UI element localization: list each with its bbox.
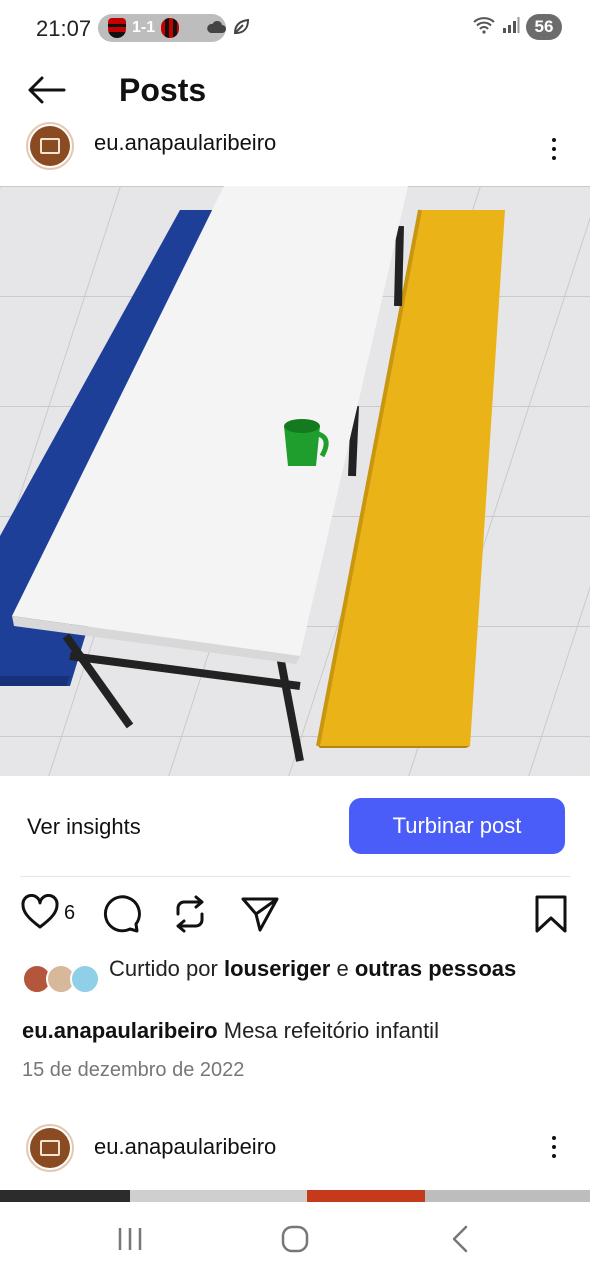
send-icon[interactable]: [240, 894, 280, 939]
more-vertical-icon: [552, 1136, 556, 1140]
next-post-header: eu.anapaularibeiro: [0, 1120, 590, 1176]
avatar[interactable]: [26, 1124, 74, 1172]
liked-by-others[interactable]: outras pessoas: [355, 956, 516, 981]
status-bar: 21:07 1-1 56: [0, 0, 590, 56]
caption-text: Mesa refeitório infantil: [223, 1018, 439, 1043]
more-options-button[interactable]: [544, 138, 564, 160]
post-photo[interactable]: [0, 186, 590, 776]
post-username[interactable]: eu.anapaularibeiro: [94, 130, 276, 156]
status-time: 21:07: [36, 16, 92, 41]
system-nav-bar: [0, 1202, 590, 1280]
logo-icon: [40, 138, 60, 154]
live-score: 1-1: [132, 19, 156, 36]
avatar[interactable]: [26, 122, 74, 170]
recents-button[interactable]: [110, 1224, 150, 1258]
back-button[interactable]: [22, 72, 70, 112]
back-chevron-icon: [450, 1224, 470, 1259]
post-header: eu.anapaularibeiro: [0, 120, 590, 176]
team-crest-icon: [108, 18, 126, 38]
photo-illustration: [0, 186, 590, 776]
caption-username[interactable]: eu.anapaularibeiro: [22, 1018, 218, 1043]
more-vertical-icon: [552, 138, 556, 142]
post-actions: 6: [0, 888, 590, 938]
arrow-left-icon: [26, 76, 66, 109]
recents-icon: [116, 1226, 144, 1257]
liked-by-prefix: Curtido por: [109, 956, 218, 981]
status-right: 56: [472, 14, 562, 40]
divider: [20, 876, 570, 877]
nav-back-button[interactable]: [440, 1224, 480, 1258]
insights-row: Ver insights Turbinar post: [0, 796, 590, 856]
post-date: 15 de dezembro de 2022: [22, 1059, 245, 1081]
app-header: Posts: [0, 60, 590, 124]
post-caption: eu.anapaularibeiro Mesa refeitório infan…: [22, 1018, 439, 1044]
bookmark-icon[interactable]: [534, 894, 568, 939]
repost-icon[interactable]: [170, 894, 210, 939]
liked-by-connector: e: [336, 956, 349, 981]
view-insights-link[interactable]: Ver insights: [27, 814, 141, 840]
liked-by-row[interactable]: Curtido por louseriger e outras pessoas: [0, 950, 590, 1012]
liked-by-text: Curtido por louseriger e outras pessoas: [109, 954, 549, 983]
battery-indicator: 56: [526, 14, 562, 40]
signal-icon: [502, 16, 520, 39]
home-icon: [280, 1224, 310, 1259]
home-button[interactable]: [275, 1224, 315, 1258]
wifi-icon: [472, 16, 496, 39]
leaf-icon: [232, 18, 250, 41]
avatar: [70, 964, 100, 994]
more-options-button[interactable]: [544, 1136, 564, 1158]
comment-icon[interactable]: [100, 894, 142, 939]
like-count[interactable]: 6: [64, 902, 75, 925]
page-title: Posts: [119, 72, 207, 108]
next-post-username[interactable]: eu.anapaularibeiro: [94, 1134, 276, 1160]
boost-post-button[interactable]: Turbinar post: [349, 798, 565, 854]
next-post-photo-preview[interactable]: [0, 1190, 590, 1202]
logo-icon: [40, 1140, 60, 1156]
heart-icon[interactable]: [20, 894, 60, 935]
liked-by-user[interactable]: louseriger: [224, 956, 330, 981]
team-crest-icon: [161, 18, 180, 38]
cloud-icon: [206, 20, 226, 39]
